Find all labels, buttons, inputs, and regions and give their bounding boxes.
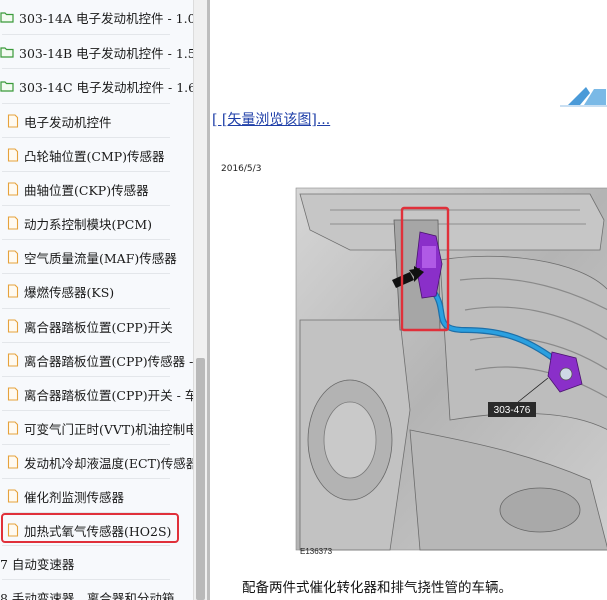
tree-row-divider xyxy=(2,171,170,172)
tree-item-label: 曲轴位置(CKP)传感器 xyxy=(24,182,149,198)
document-icon xyxy=(7,182,19,196)
tree-item[interactable]: 爆燃传感器(KS) xyxy=(0,274,193,308)
tree-row-divider xyxy=(2,273,170,274)
document-icon xyxy=(7,114,19,128)
tree-row-divider xyxy=(2,579,170,580)
document-icon xyxy=(7,319,19,333)
figure-caption: 配备两件式催化转化器和排气挠性管的车辆。 xyxy=(242,580,512,596)
tree-row-divider xyxy=(2,308,170,309)
tree-item[interactable]: 8 手动变速器、离合器和分动箱 xyxy=(0,580,193,600)
tree-row-divider xyxy=(2,137,170,138)
tree-item-label: 303-14C 电子发动机控件 - 1.6升 xyxy=(19,79,193,95)
navigation-tree: 303-14A 电子发动机控件 - 1.0升 303-14B 电子发动机控件 - … xyxy=(0,0,193,600)
tree-item-label: 离合器踏板位置(CPP)开关 xyxy=(24,319,173,335)
tree-row-divider xyxy=(2,205,170,206)
ford-logo-fragment-icon xyxy=(560,87,607,107)
tree-item[interactable]: 凸轮轴位置(CMP)传感器 xyxy=(0,138,193,172)
document-icon xyxy=(7,455,19,469)
figure-id-label: E136373 xyxy=(300,547,333,556)
folder-open-icon xyxy=(0,80,14,92)
vector-view-link[interactable]: [ [矢量浏览该图]... xyxy=(212,109,330,129)
document-icon xyxy=(7,148,19,162)
tree-item-label: 动力系控制模块(PCM) xyxy=(24,216,153,232)
tree-item-label: 303-14B 电子发动机控件 - 1.5升 xyxy=(19,45,193,61)
tree-row-divider xyxy=(2,376,170,377)
tree-item[interactable]: 空气质量流量(MAF)传感器 xyxy=(0,240,193,274)
tree-item-label: 可变气门正时(VVT)机油控制电 xyxy=(24,421,193,437)
tree-item[interactable]: 离合器踏板位置(CPP)开关 xyxy=(0,309,193,343)
document-date: 2016/5/3 xyxy=(221,164,262,174)
tree-row-divider xyxy=(2,239,170,240)
engine-illustration: 303-476 E136373 xyxy=(290,180,607,558)
tree-item[interactable]: 离合器踏板位置(CPP)开关 - 车 xyxy=(0,377,193,411)
tree-row-divider xyxy=(2,103,170,104)
tree-row-divider xyxy=(2,68,170,69)
tree-item-label: 空气质量流量(MAF)传感器 xyxy=(24,250,177,266)
tree-item[interactable]: 动力系控制模块(PCM) xyxy=(0,206,193,240)
tree-item-label: 催化剂监测传感器 xyxy=(24,489,125,505)
tree-row-divider xyxy=(2,444,170,445)
tree-row-divider xyxy=(2,478,170,479)
tree-item-label: 爆燃传感器(KS) xyxy=(24,284,115,300)
tree-item[interactable]: 303-14A 电子发动机控件 - 1.0升 xyxy=(0,0,193,34)
document-icon xyxy=(7,250,19,264)
tree-scrollbar[interactable] xyxy=(193,0,207,600)
tree-item[interactable]: 发动机冷却液温度(ECT)传感器 xyxy=(0,445,193,479)
tree-item[interactable]: 可变气门正时(VVT)机油控制电 xyxy=(0,411,193,445)
document-icon xyxy=(7,489,19,503)
tree-row-divider xyxy=(2,34,170,35)
tree-scrollbar-thumb[interactable] xyxy=(196,358,205,600)
tree-item-label: 发动机冷却液温度(ECT)传感器 xyxy=(24,455,193,471)
tree-item-label: 303-14A 电子发动机控件 - 1.0升 xyxy=(19,10,193,26)
document-icon xyxy=(7,216,19,230)
tree-row-divider xyxy=(2,410,170,411)
folder-open-icon xyxy=(0,46,14,58)
tree-item-label: 凸轮轴位置(CMP)传感器 xyxy=(24,148,165,164)
tree-item[interactable]: 7 自动变速器 xyxy=(0,546,193,580)
document-icon xyxy=(7,353,19,367)
tree-row-divider xyxy=(2,342,170,343)
document-icon xyxy=(7,421,19,435)
tree-item[interactable]: 离合器踏板位置(CPP)传感器 - xyxy=(0,343,193,377)
tree-item-label: 离合器踏板位置(CPP)开关 - 车 xyxy=(24,387,193,403)
tree-item[interactable]: 303-14B 电子发动机控件 - 1.5升 xyxy=(0,35,193,69)
tree-item-label: 离合器踏板位置(CPP)传感器 - xyxy=(24,353,193,369)
document-icon xyxy=(7,284,19,298)
tree-item-label: 7 自动变速器 xyxy=(0,556,75,572)
folder-open-icon xyxy=(0,11,14,23)
tree-item[interactable]: 曲轴位置(CKP)传感器 xyxy=(0,172,193,206)
tree-item-label: 8 手动变速器、离合器和分动箱 xyxy=(0,590,175,600)
selected-item-highlight xyxy=(1,513,179,543)
document-icon xyxy=(7,387,19,401)
figure-tag-label: 303-476 xyxy=(494,405,531,416)
tree-item[interactable]: 催化剂监测传感器 xyxy=(0,479,193,513)
tree-row-divider xyxy=(2,545,170,546)
tree-item[interactable]: 303-14C 电子发动机控件 - 1.6升 xyxy=(0,69,193,103)
content-pane: [ [矢量浏览该图]... 2016/5/3 303-476 E136373 配… xyxy=(210,0,607,600)
tree-item[interactable]: 电子发动机控件 xyxy=(0,104,193,138)
tree-item-label: 电子发动机控件 xyxy=(24,114,112,130)
